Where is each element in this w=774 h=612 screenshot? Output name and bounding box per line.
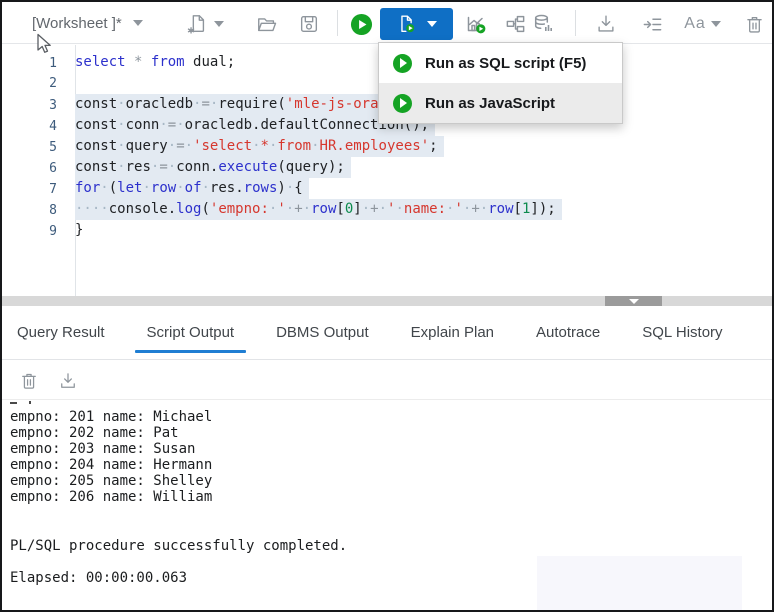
output-line: empno: 204 name: Hermann (10, 457, 213, 473)
output-line: empno: 205 name: Shelley (10, 473, 213, 489)
download-icon (61, 373, 75, 388)
run-statement-icon (350, 13, 372, 35)
worksheet-toolbar: [Worksheet ]* Aa (2, 2, 772, 44)
autotrace-chart-icon (467, 16, 486, 34)
result-tabbar: Query Result Script Output DBMS Output E… (2, 306, 772, 360)
line-number: 4 (49, 118, 57, 134)
result-tab[interactable]: Autotrace (521, 306, 615, 359)
result-tab[interactable]: Explain Plan (396, 306, 509, 359)
open-folder-icon (258, 18, 277, 32)
run-statement-button[interactable] (349, 12, 373, 36)
result-tab[interactable]: Query Result (2, 306, 120, 359)
run-script-icon (401, 15, 416, 34)
new-file-icon (187, 15, 205, 34)
download-icon (598, 15, 614, 32)
save-button[interactable] (297, 12, 321, 36)
code-text: const·res·=·conn.execute(query); (75, 157, 351, 178)
new-worksheet-menu-button[interactable] (211, 12, 227, 36)
app-window: [Worksheet ]* Aa 1 select * from dual; 2… (0, 0, 774, 612)
tab-label: DBMS Output (276, 324, 369, 341)
menu-item-label: Run as SQL script (F5) (425, 54, 587, 72)
line-number: 7 (49, 181, 57, 197)
new-worksheet-button[interactable] (185, 12, 209, 36)
chevron-down-icon (427, 21, 437, 27)
toolbar-separator (575, 10, 576, 36)
line-number: 3 (49, 97, 57, 113)
chevron-down-icon (214, 21, 224, 27)
code-text: select * from dual; (75, 54, 236, 70)
code-text: ····console.log('empno:·'·+·row[0]·+·'·n… (75, 199, 562, 220)
download-output-button[interactable] (56, 369, 80, 393)
line-number: 8 (49, 202, 57, 218)
output-status: PL/SQL procedure successfully completed. (10, 538, 348, 554)
autotrace-button[interactable] (464, 12, 488, 36)
output-line: empno: 203 name: Susan (10, 441, 196, 457)
clipped-output-fragment (29, 401, 31, 404)
code-text: for·(let·row·of·res.rows)·{ (75, 178, 309, 199)
chevron-down-icon (711, 21, 721, 27)
clipped-output-fragment (10, 402, 17, 404)
splitter-handle[interactable] (605, 296, 662, 306)
line-number: 1 (49, 55, 57, 71)
output-line: empno: 206 name: William (10, 489, 213, 505)
run-menu-item[interactable]: Run as JavaScript (379, 83, 622, 123)
result-tab[interactable]: Script Output (132, 306, 250, 359)
tab-label: Query Result (17, 324, 105, 341)
toolbar-separator (337, 10, 338, 36)
line-number: 2 (49, 76, 57, 91)
play-icon (393, 93, 412, 113)
tab-label: Explain Plan (410, 324, 495, 341)
open-file-button[interactable] (255, 12, 279, 36)
text-size-button[interactable]: Aa (678, 12, 712, 36)
menu-item-label: Run as JavaScript (425, 94, 556, 112)
database-stats-icon (534, 14, 552, 31)
collapse-down-icon (628, 298, 639, 304)
clear-output-button[interactable] (17, 369, 41, 393)
explain-plan-button[interactable] (503, 12, 527, 36)
code-text: } (75, 222, 84, 238)
format-indent-icon (643, 18, 661, 30)
run-script-menu: Run as SQL script (F5) Run as JavaScript (378, 42, 623, 124)
chevron-down-icon (132, 20, 143, 26)
faint-overlay (537, 556, 742, 610)
download-button[interactable] (594, 12, 618, 36)
run-script-button[interactable] (380, 8, 453, 40)
code-text: const·query·=·'select·*·from·HR.employee… (75, 136, 444, 157)
output-lines: empno: 201 name: Michael empno: 202 name… (10, 409, 772, 505)
output-line: empno: 201 name: Michael (10, 409, 213, 425)
text-size-menu-button[interactable] (708, 12, 724, 36)
code-line[interactable]: 8 ····console.log('empno:·'·+·row[0]·+·'·… (2, 199, 772, 220)
code-line[interactable]: 9} (2, 220, 772, 241)
trash-icon (746, 16, 762, 33)
output-line: empno: 202 name: Pat (10, 425, 179, 441)
clear-worksheet-button[interactable] (742, 12, 766, 36)
play-icon (393, 53, 412, 73)
output-toolbar (2, 360, 772, 400)
sql-monitor-button[interactable] (531, 12, 555, 36)
tab-label: Script Output (146, 324, 235, 341)
tab-label: SQL History (642, 324, 723, 341)
result-tab[interactable]: DBMS Output (261, 306, 384, 359)
mouse-cursor (37, 33, 51, 53)
panel-splitter[interactable] (2, 296, 772, 306)
explain-plan-icon (506, 15, 524, 32)
worksheet-title: [Worksheet ]* (32, 14, 122, 32)
format-button[interactable] (640, 12, 664, 36)
line-number: 6 (49, 160, 57, 176)
result-tab[interactable]: SQL History (627, 306, 737, 359)
code-line[interactable]: 6 const·res·=·conn.execute(query); (2, 157, 772, 178)
save-icon (300, 15, 318, 33)
line-number: 9 (49, 223, 57, 239)
text-size-icon: Aa (684, 15, 706, 32)
tab-label: Autotrace (536, 324, 601, 341)
line-number: 5 (49, 139, 57, 155)
run-menu-item[interactable]: Run as SQL script (F5) (379, 43, 622, 83)
trash-icon (22, 373, 36, 389)
code-line[interactable]: 5 const·query·=·'select·*·from·HR.employe… (2, 136, 772, 157)
code-line[interactable]: 7 for·(let·row·of·res.rows)·{ (2, 178, 772, 199)
